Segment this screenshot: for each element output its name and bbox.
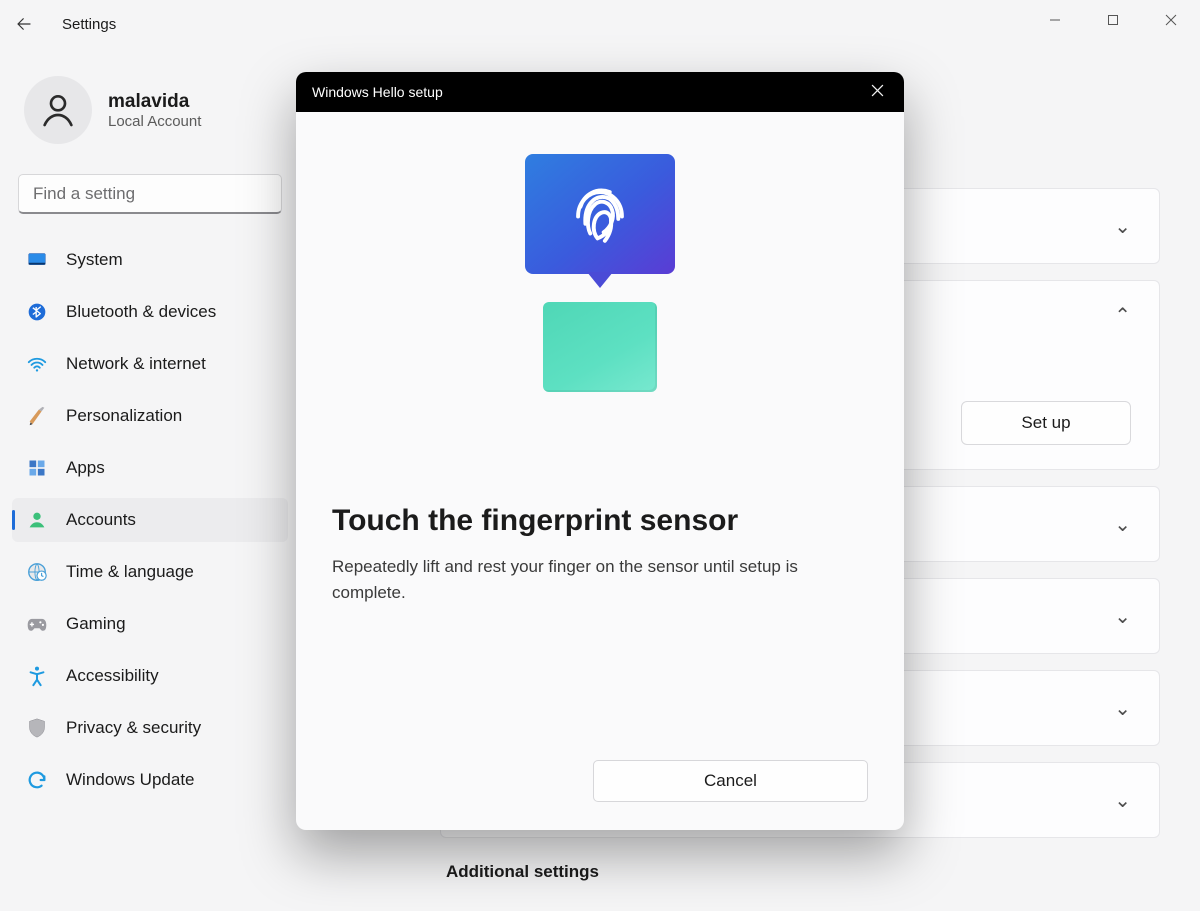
sidebar-item-label: Privacy & security: [66, 718, 201, 738]
sidebar-nav: System Bluetooth & devices Network & int…: [12, 238, 288, 802]
sidebar: malavida Local Account System Bluetooth …: [0, 48, 300, 911]
sidebar-item-system[interactable]: System: [12, 238, 288, 282]
profile-header[interactable]: malavida Local Account: [12, 58, 288, 168]
section-heading-additional-settings: Additional settings: [446, 862, 1160, 882]
search-box: [18, 174, 282, 214]
sidebar-item-time-language[interactable]: Time & language: [12, 550, 288, 594]
shield-icon: [26, 717, 48, 739]
dialog-heading: Touch the fingerprint sensor: [332, 504, 868, 538]
sidebar-item-network[interactable]: Network & internet: [12, 342, 288, 386]
sidebar-item-accounts[interactable]: Accounts: [12, 498, 288, 542]
sidebar-item-label: System: [66, 250, 123, 270]
chevron-down-icon: ⌄: [1114, 214, 1131, 239]
sidebar-item-label: Accessibility: [66, 666, 159, 686]
avatar: [24, 76, 92, 144]
sidebar-item-accessibility[interactable]: Accessibility: [12, 654, 288, 698]
gaming-icon: [26, 613, 48, 635]
chevron-up-icon: ⌃: [1114, 303, 1131, 328]
sidebar-item-label: Bluetooth & devices: [66, 302, 216, 322]
wifi-icon: [26, 353, 48, 375]
person-icon: [38, 90, 78, 130]
sensor-pad-graphic: [543, 302, 657, 392]
close-icon: [1165, 14, 1177, 26]
close-icon: [871, 84, 884, 97]
sidebar-item-gaming[interactable]: Gaming: [12, 602, 288, 646]
sidebar-item-label: Network & internet: [66, 354, 206, 374]
sidebar-item-label: Time & language: [66, 562, 194, 582]
windows-update-icon: [26, 769, 48, 791]
sidebar-item-label: Accounts: [66, 510, 136, 530]
dialog-title: Windows Hello setup: [312, 84, 443, 100]
sidebar-item-label: Personalization: [66, 406, 182, 426]
time-language-icon: [26, 561, 48, 583]
bluetooth-icon: [26, 301, 48, 323]
cancel-button[interactable]: Cancel: [593, 760, 868, 802]
dialog-close-button[interactable]: [865, 78, 890, 107]
window-titlebar: Settings: [0, 0, 1200, 48]
window-close-button[interactable]: [1142, 0, 1200, 40]
profile-subtitle: Local Account: [108, 113, 201, 130]
accessibility-icon: [26, 665, 48, 687]
sidebar-item-label: Apps: [66, 458, 105, 478]
window-minimize-button[interactable]: [1026, 0, 1084, 40]
set-up-button[interactable]: Set up: [961, 401, 1131, 445]
dialog-hero-graphic: [332, 154, 868, 392]
accounts-icon: [26, 509, 48, 531]
paintbrush-icon: [26, 405, 48, 427]
sidebar-item-bluetooth[interactable]: Bluetooth & devices: [12, 290, 288, 334]
minimize-icon: [1049, 14, 1061, 26]
windows-hello-setup-dialog: Windows Hello setup Touch the fingerprin…: [296, 72, 904, 830]
window-controls: [1026, 0, 1200, 48]
sidebar-item-apps[interactable]: Apps: [12, 446, 288, 490]
fingerprint-bubble: [525, 154, 675, 274]
search-input[interactable]: [18, 174, 282, 214]
sidebar-item-windows-update[interactable]: Windows Update: [12, 758, 288, 802]
sidebar-item-personalization[interactable]: Personalization: [12, 394, 288, 438]
chevron-down-icon: ⌄: [1114, 604, 1131, 629]
maximize-icon: [1107, 14, 1119, 26]
page-title: Settings: [62, 16, 116, 33]
apps-icon: [26, 457, 48, 479]
dialog-description: Repeatedly lift and rest your finger on …: [332, 554, 852, 605]
profile-name: malavida: [108, 91, 201, 113]
sidebar-item-privacy[interactable]: Privacy & security: [12, 706, 288, 750]
fingerprint-icon: [561, 175, 639, 253]
system-icon: [26, 249, 48, 271]
chevron-down-icon: ⌄: [1114, 788, 1131, 813]
dialog-titlebar: Windows Hello setup: [296, 72, 904, 112]
back-button[interactable]: [0, 0, 48, 48]
back-arrow-icon: [15, 15, 33, 33]
sidebar-item-label: Gaming: [66, 614, 126, 634]
sidebar-item-label: Windows Update: [66, 770, 195, 790]
chevron-down-icon: ⌄: [1114, 512, 1131, 537]
chevron-down-icon: ⌄: [1114, 696, 1131, 721]
window-maximize-button[interactable]: [1084, 0, 1142, 40]
